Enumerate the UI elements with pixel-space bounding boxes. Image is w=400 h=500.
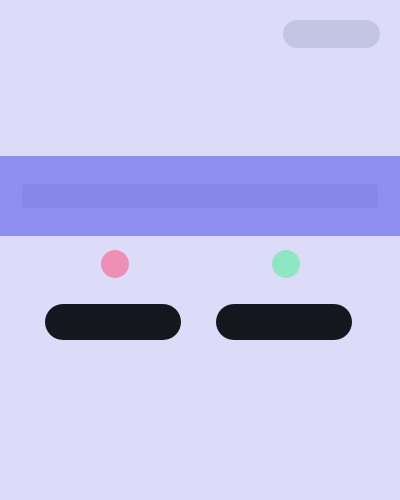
hero-title (20, 62, 170, 142)
banner-text (22, 184, 378, 208)
green-circle-icon (272, 250, 300, 278)
page (0, 0, 400, 500)
choice-button-left[interactable] (45, 304, 181, 340)
choice-caption-right (216, 354, 356, 384)
banner (0, 156, 400, 236)
choice-button-right[interactable] (216, 304, 352, 340)
pink-circle-icon (101, 250, 129, 278)
choice-card-left (45, 250, 185, 384)
choice-caption-left (45, 354, 185, 384)
top-right-pill-button[interactable] (283, 20, 380, 48)
choice-card-right (216, 250, 356, 384)
